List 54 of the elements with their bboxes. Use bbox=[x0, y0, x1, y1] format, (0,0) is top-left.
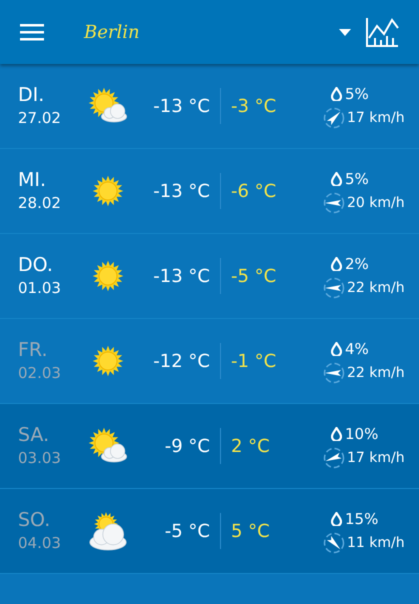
date: 27.02 bbox=[18, 108, 62, 129]
raindrop-icon bbox=[331, 427, 342, 441]
weekday: SA. bbox=[18, 423, 50, 447]
date: 01.03 bbox=[18, 278, 62, 299]
precipitation: 10% bbox=[345, 424, 378, 445]
low-temperature: -9 °C bbox=[164, 434, 210, 458]
wind-direction-icon bbox=[323, 192, 345, 214]
dropdown-caret-icon[interactable] bbox=[339, 28, 351, 36]
high-temperature: 2 °C bbox=[231, 434, 271, 458]
date: 03.03 bbox=[18, 448, 62, 469]
precipitation: 5% bbox=[345, 168, 369, 190]
low-temperature: -5 °C bbox=[164, 520, 210, 544]
wind-speed: 17 km/h bbox=[347, 448, 405, 468]
wind-speed: 11 km/h bbox=[347, 534, 405, 553]
wind-speed: 22 km/h bbox=[347, 364, 405, 383]
high-temperature: -1 °C bbox=[231, 350, 278, 374]
low-temperature: -13 °C bbox=[152, 94, 210, 118]
wind-direction-icon bbox=[323, 277, 345, 300]
forecast-row[interactable]: SA. 03.03 -9 °C 2 °C 10% 17 km/h bbox=[0, 404, 419, 489]
menu-icon[interactable] bbox=[20, 23, 44, 41]
low-temperature: -13 °C bbox=[152, 180, 210, 204]
wind-direction-icon bbox=[323, 107, 345, 130]
date: 04.03 bbox=[18, 533, 62, 554]
precipitation: 15% bbox=[345, 508, 378, 530]
wind-direction-icon bbox=[323, 447, 345, 470]
high-temperature: -5 °C bbox=[231, 264, 278, 288]
raindrop-icon bbox=[331, 512, 342, 526]
wind-speed: 22 km/h bbox=[347, 278, 405, 298]
date: 02.03 bbox=[18, 363, 62, 384]
low-temperature: -12 °C bbox=[152, 350, 210, 374]
wind-speed: 17 km/h bbox=[347, 108, 405, 128]
raindrop-icon bbox=[331, 257, 342, 271]
wind-direction-icon bbox=[323, 532, 345, 554]
weekday: DO. bbox=[18, 253, 54, 277]
weekday: DI. bbox=[18, 83, 46, 107]
chart-icon[interactable] bbox=[365, 16, 399, 48]
date: 28.02 bbox=[18, 193, 62, 214]
low-temperature: -13 °C bbox=[152, 264, 210, 288]
precipitation: 5% bbox=[345, 84, 369, 105]
high-temperature: -3 °C bbox=[231, 94, 278, 118]
wind-direction-icon bbox=[323, 362, 345, 384]
wind-speed: 20 km/h bbox=[347, 194, 405, 213]
precipitation: 4% bbox=[345, 338, 369, 360]
raindrop-icon bbox=[331, 342, 342, 356]
high-temperature: -6 °C bbox=[231, 180, 278, 204]
forecast-row[interactable]: SO. 04.03 -5 °C 5 °C 15% 11 km/h bbox=[0, 489, 419, 574]
raindrop-icon bbox=[331, 87, 342, 101]
city-name[interactable]: Berlin bbox=[84, 18, 140, 46]
high-temperature: 5 °C bbox=[231, 520, 271, 544]
precipitation: 2% bbox=[345, 254, 369, 275]
weekday: FR. bbox=[18, 338, 48, 362]
weekday: SO. bbox=[18, 508, 52, 532]
weekday: MI. bbox=[18, 168, 48, 192]
raindrop-icon bbox=[331, 172, 342, 186]
